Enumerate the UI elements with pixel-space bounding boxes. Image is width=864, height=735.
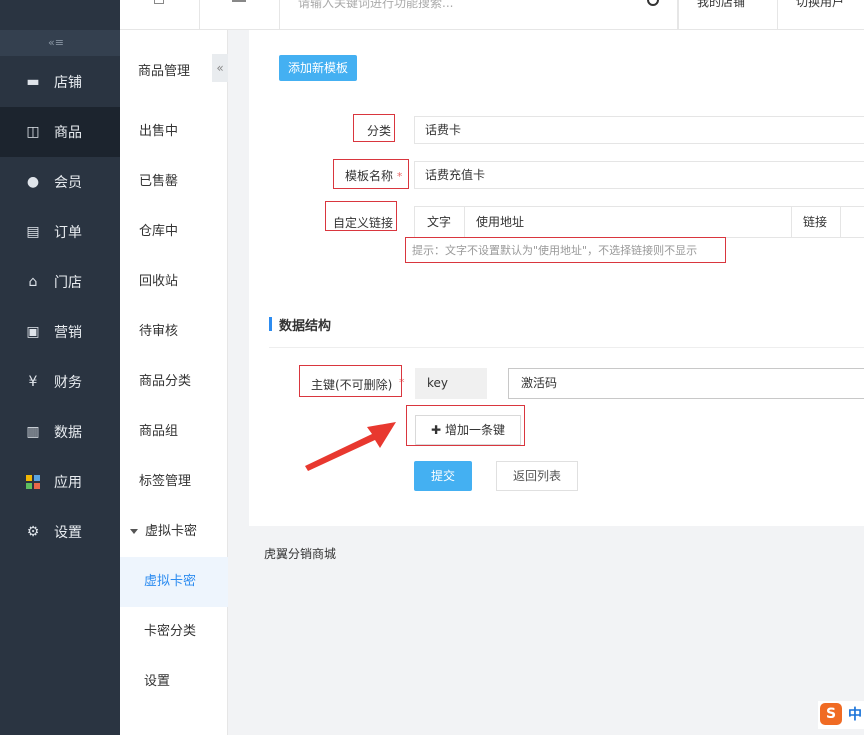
link-col-text: 文字 [427, 215, 452, 229]
subnav-item-group[interactable]: 商品组 [120, 407, 228, 457]
sogou-logo-icon: S [820, 703, 842, 725]
sidebar-item-label: 设置 [54, 525, 82, 541]
ime-indicator[interactable]: S 中 [818, 701, 864, 729]
link-col-value[interactable]: 使用地址 [476, 207, 524, 237]
annotation-box [299, 365, 402, 397]
bar-chart-icon: ▥ [26, 424, 40, 440]
sidebar-item-label: 数据 [54, 425, 82, 441]
custom-link-table: 文字 使用地址 链接 [414, 206, 864, 238]
money-bag-icon: ¥ [28, 374, 38, 390]
submit-button[interactable]: 提交 [414, 461, 472, 491]
menu-toggle-button[interactable] [200, 0, 280, 30]
topbar-link-user[interactable]: 切换用户 [778, 0, 864, 30]
ime-mode-label: 中 [848, 707, 862, 723]
subnav-item-tags[interactable]: 标签管理 [120, 457, 228, 507]
sidebar-item-label: 应用 [54, 475, 82, 491]
section-divider [269, 347, 864, 348]
sidebar-item-apps[interactable]: 应用 [0, 457, 120, 507]
subnav-item-sold-out[interactable]: 已售罄 [120, 157, 228, 207]
key-value-input[interactable]: 激活码 [508, 368, 864, 399]
back-to-list-button[interactable]: 返回列表 [496, 461, 578, 491]
subnav-item-category[interactable]: 商品分类 [120, 357, 228, 407]
subnav-item-card-category[interactable]: 卡密分类 [120, 607, 228, 657]
user-icon: ● [26, 174, 40, 190]
sidebar-item-label: 商品 [54, 125, 82, 141]
collapse-icon[interactable]: «≡ [48, 36, 64, 49]
footer-text: 虎翼分销商城 [264, 547, 337, 561]
topbar-link-label: 我的店铺 [697, 0, 746, 9]
section-title: 数据结构 [279, 319, 332, 334]
sidebar-item-label: 财务 [54, 375, 82, 391]
subnav-item-on-sale[interactable]: 出售中 [120, 107, 228, 157]
topbar-link-shop[interactable]: 我的店铺 [678, 0, 778, 30]
template-name-field[interactable]: 话费充值卡 [414, 161, 864, 189]
link-col-link[interactable]: 链接 [803, 207, 827, 237]
sidebar-item-orders[interactable]: ▤ 订单 [0, 207, 120, 257]
collapse-subnav-icon[interactable]: « [212, 54, 228, 82]
sidebar-item-stores[interactable]: ⌂ 门店 [0, 257, 120, 307]
sidebar-item-store[interactable]: ▬ 店铺 [0, 57, 120, 107]
subnav-item-warehouse[interactable]: 仓库中 [120, 207, 228, 257]
category-field[interactable]: 话费卡 [414, 116, 864, 144]
annotation-box [353, 114, 395, 142]
subnav-title: 商品管理 [138, 64, 191, 79]
subnav-item-card-settings[interactable]: 设置 [120, 657, 228, 707]
annotation-arrow-icon [305, 422, 396, 471]
annotation-box [325, 201, 397, 231]
sidebar-item-members[interactable]: ● 会员 [0, 157, 120, 207]
sidebar-item-label: 会员 [54, 175, 82, 191]
sidebar-item-data[interactable]: ▥ 数据 [0, 407, 120, 457]
section-marker [269, 317, 272, 331]
key-name-field: key [415, 368, 487, 399]
subnav-group-virtual-card[interactable]: 虚拟卡密 [120, 507, 228, 557]
subnav-group-label: 虚拟卡密 [145, 524, 198, 539]
grid-menu-button[interactable] [120, 0, 200, 30]
search-input[interactable]: 请输入关键词进行功能搜索... [298, 0, 453, 11]
topbar-link-label: 切换用户 [796, 0, 845, 9]
gift-icon: ▣ [26, 324, 40, 340]
search-box[interactable]: 请输入关键词进行功能搜索... [280, 0, 678, 30]
document-icon: ▤ [26, 224, 40, 240]
sidebar-item-label: 门店 [54, 275, 82, 291]
hamburger-icon [232, 0, 246, 2]
gear-icon: ⚙ [26, 524, 40, 540]
sidebar-item-settings[interactable]: ⚙ 设置 [0, 507, 120, 557]
top-bar: 请输入关键词进行功能搜索... 我的店铺 切换用户 [120, 0, 864, 30]
annotation-box [333, 159, 409, 189]
grid-icon [154, 0, 164, 4]
subnav-item-pending[interactable]: 待审核 [120, 307, 228, 357]
main-sidebar: «≡ ▬ 店铺 ◫ 商品 ● 会员 ▤ 订单 ⌂ 门店 ▣ 营销 ¥ 财务 ▥ … [0, 0, 120, 735]
sidebar-item-goods[interactable]: ◫ 商品 [0, 107, 120, 157]
sidebar-item-finance[interactable]: ¥ 财务 [0, 357, 120, 407]
annotation-box [405, 237, 726, 263]
store-icon: ▬ [26, 74, 40, 90]
table-divider [840, 207, 841, 237]
sidebar-item-label: 营销 [54, 325, 82, 341]
shop-icon: ⌂ [28, 274, 38, 290]
search-icon[interactable] [647, 0, 659, 6]
sidebar-item-label: 店铺 [54, 75, 82, 91]
table-divider [791, 207, 792, 237]
subnav-item-virtual-card[interactable]: 虚拟卡密 [120, 557, 228, 607]
sub-navigation: 商品管理 « 出售中 已售罄 仓库中 回收站 待审核 商品分类 商品组 标签管理… [120, 30, 228, 735]
apps-icon [25, 474, 41, 490]
sidebar-item-marketing[interactable]: ▣ 营销 [0, 307, 120, 357]
caret-down-icon [130, 529, 138, 534]
table-divider [464, 207, 465, 237]
add-template-button[interactable]: 添加新模板 [279, 55, 357, 81]
shopping-bag-icon: ◫ [26, 124, 40, 140]
subnav-item-recycle[interactable]: 回收站 [120, 257, 228, 307]
annotation-box [406, 405, 525, 446]
sidebar-item-label: 订单 [54, 225, 82, 241]
